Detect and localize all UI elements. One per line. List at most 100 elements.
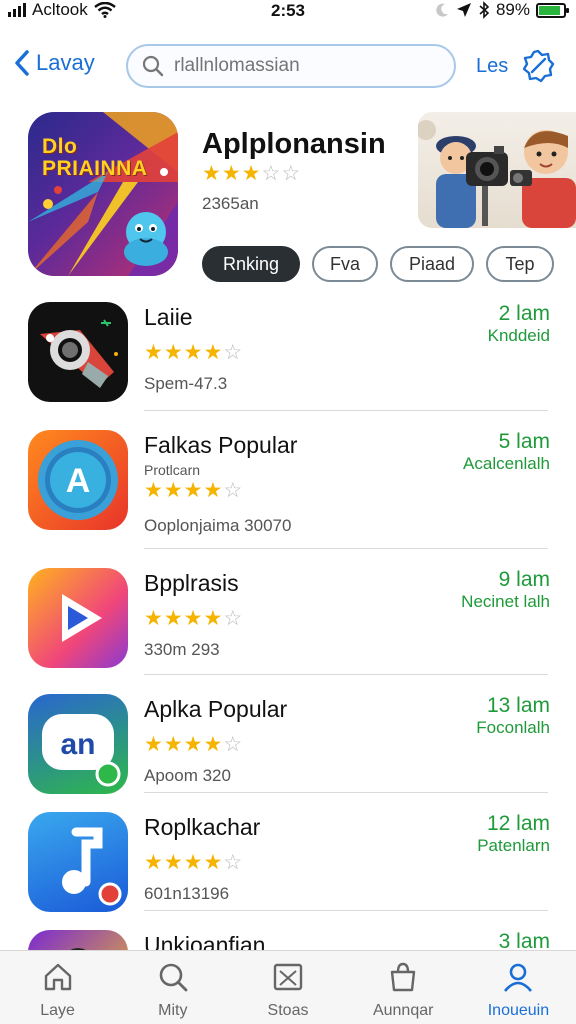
filter-chip[interactable]: Fva xyxy=(312,246,378,282)
back-label: Lavay xyxy=(36,50,95,75)
featured-subtitle: 2365an xyxy=(202,194,259,213)
app-list-item[interactable]: Roplkachar ★★★★☆ 601n13196 12 lam Patenlarn xyxy=(0,806,576,936)
music-note-icon[interactable] xyxy=(28,812,128,912)
featured-rating: ★★★☆☆ xyxy=(202,161,422,186)
app-list-item[interactable]: Bpplrasis ★★★★☆ 330m 293 9 lam Necinet lalh xyxy=(0,562,576,692)
star-filled-icon: ★ xyxy=(183,479,204,502)
star-filled-icon: ★ xyxy=(183,733,204,756)
tab-label: Mity xyxy=(158,1002,188,1019)
star-empty-icon: ☆ xyxy=(223,341,244,364)
moon-icon xyxy=(436,3,448,17)
star-filled-icon: ★ xyxy=(183,341,204,364)
game-controller-icon[interactable] xyxy=(28,302,128,402)
rank-label: Necinet lalh xyxy=(461,592,550,611)
filter-chip[interactable]: Tep xyxy=(486,246,554,282)
tab-person[interactable]: Inoueuin xyxy=(461,951,576,1024)
list-divider xyxy=(144,410,548,411)
star-filled-icon: ★ xyxy=(202,162,222,185)
rank-value: 5 lam xyxy=(498,430,550,453)
app-meta: 330m 293 xyxy=(144,640,220,659)
app-meta: Ooplonjaima 30070 xyxy=(144,516,292,535)
badge-check-icon[interactable] xyxy=(520,48,556,84)
app-rank: 12 lam Patenlarn xyxy=(477,812,550,856)
svg-text:A: A xyxy=(66,462,91,500)
app-name: Bpplrasis xyxy=(144,570,239,596)
app-list-item[interactable]: an Aplka Popular ★★★★☆ Apoom 320 13 lam Foco… xyxy=(0,688,576,818)
rank-label: Acalcenlalh xyxy=(463,454,550,473)
featured-icon-text: Dlo PRIAINNA xyxy=(42,135,148,180)
star-empty-icon: ☆ xyxy=(223,851,244,874)
app-name: Aplka Popular xyxy=(144,696,288,722)
star-empty-icon: ☆ xyxy=(281,162,302,185)
play-icon[interactable] xyxy=(28,568,128,668)
tab-label: Stoas xyxy=(267,1002,309,1019)
filter-chip[interactable]: Piaad xyxy=(390,246,474,282)
rank-value: 13 lam xyxy=(486,694,550,717)
tab-search[interactable]: Mity xyxy=(115,951,230,1024)
home-icon xyxy=(42,961,74,998)
chat-bubble-icon[interactable]: an xyxy=(28,694,128,794)
app-rating: ★★★★☆ xyxy=(144,478,243,503)
app-meta: Spem-47.3 xyxy=(144,374,228,393)
featured-title: Aplplonansin xyxy=(202,128,386,160)
app-list-item[interactable]: Laiie ★★★★☆ Spem-47.3 2 lam Knddeid xyxy=(0,296,576,426)
app-rating: ★★★★☆ xyxy=(144,606,243,631)
featured-app[interactable]: Dlo PRIAINNA Aplplonansin ★★★☆☆ 2365an R… xyxy=(0,108,576,288)
star-filled-icon: ★ xyxy=(163,479,184,502)
app-meta: Apoom 320 xyxy=(144,766,231,785)
app-rating: ★★★★☆ xyxy=(144,732,243,757)
search-icon xyxy=(157,961,189,998)
app-name: Laiie xyxy=(144,304,193,330)
star-filled-icon: ★ xyxy=(183,851,204,874)
list-divider xyxy=(144,674,548,675)
app-category: Protlcarn xyxy=(144,462,201,478)
app-store-a-icon[interactable]: A xyxy=(28,430,128,530)
star-empty-icon: ☆ xyxy=(261,162,282,185)
status-bar: Acltook 2:53 89% xyxy=(0,0,576,24)
tab-photo-frame[interactable]: Stoas xyxy=(230,951,345,1024)
star-filled-icon: ★ xyxy=(203,851,224,874)
bag-icon xyxy=(387,961,419,998)
star-filled-icon: ★ xyxy=(163,851,184,874)
search-input[interactable] xyxy=(174,55,444,77)
rank-label: Foconlalh xyxy=(476,718,550,737)
photo-frame-icon xyxy=(272,961,304,998)
bluetooth-icon xyxy=(479,1,490,19)
tab-bag[interactable]: Aunnqar xyxy=(346,951,461,1024)
filter-chips: Rnking Fva Piaad Tep xyxy=(202,246,554,282)
tab-label: Inoueuin xyxy=(487,1002,550,1019)
tab-bar: Laye Mity Stoas Aunnqar Inoueuin xyxy=(0,950,576,1024)
location-arrow-icon xyxy=(456,3,471,17)
rank-value: 12 lam xyxy=(486,812,550,835)
star-filled-icon: ★ xyxy=(144,607,164,630)
list-divider xyxy=(144,910,548,911)
app-rating: ★★★★☆ xyxy=(144,850,243,875)
list-divider xyxy=(144,548,548,549)
tab-home[interactable]: Laye xyxy=(0,951,115,1024)
app-list-item[interactable]: A Falkas Popular Protlcarn ★★★★☆ Ooplonjaim… xyxy=(0,424,576,554)
star-filled-icon: ★ xyxy=(163,341,184,364)
star-empty-icon: ☆ xyxy=(223,607,244,630)
star-filled-icon: ★ xyxy=(144,479,164,502)
nav-right-link[interactable]: Les xyxy=(476,55,508,78)
back-button[interactable]: Lavay xyxy=(14,50,95,76)
app-name: Falkas Popular xyxy=(144,432,298,458)
star-filled-icon: ★ xyxy=(144,341,164,364)
person-icon xyxy=(502,961,534,998)
search-icon xyxy=(142,55,164,77)
star-filled-icon: ★ xyxy=(241,162,262,185)
star-filled-icon: ★ xyxy=(221,162,242,185)
star-filled-icon: ★ xyxy=(144,733,164,756)
star-filled-icon: ★ xyxy=(203,341,224,364)
filter-chip[interactable]: Rnking xyxy=(202,246,300,282)
app-meta: 601n13196 xyxy=(144,884,230,903)
featured-app-icon[interactable]: Dlo PRIAINNA xyxy=(28,112,178,276)
rank-label: Knddeid xyxy=(487,326,550,345)
app-name: Roplkachar xyxy=(144,814,261,840)
search-bar[interactable] xyxy=(126,44,456,88)
app-rank: 5 lam Acalcenlalh xyxy=(463,430,550,474)
chevron-left-icon xyxy=(15,50,29,76)
svg-text:an: an xyxy=(60,728,95,761)
featured-artwork xyxy=(418,112,576,228)
star-filled-icon: ★ xyxy=(163,607,184,630)
